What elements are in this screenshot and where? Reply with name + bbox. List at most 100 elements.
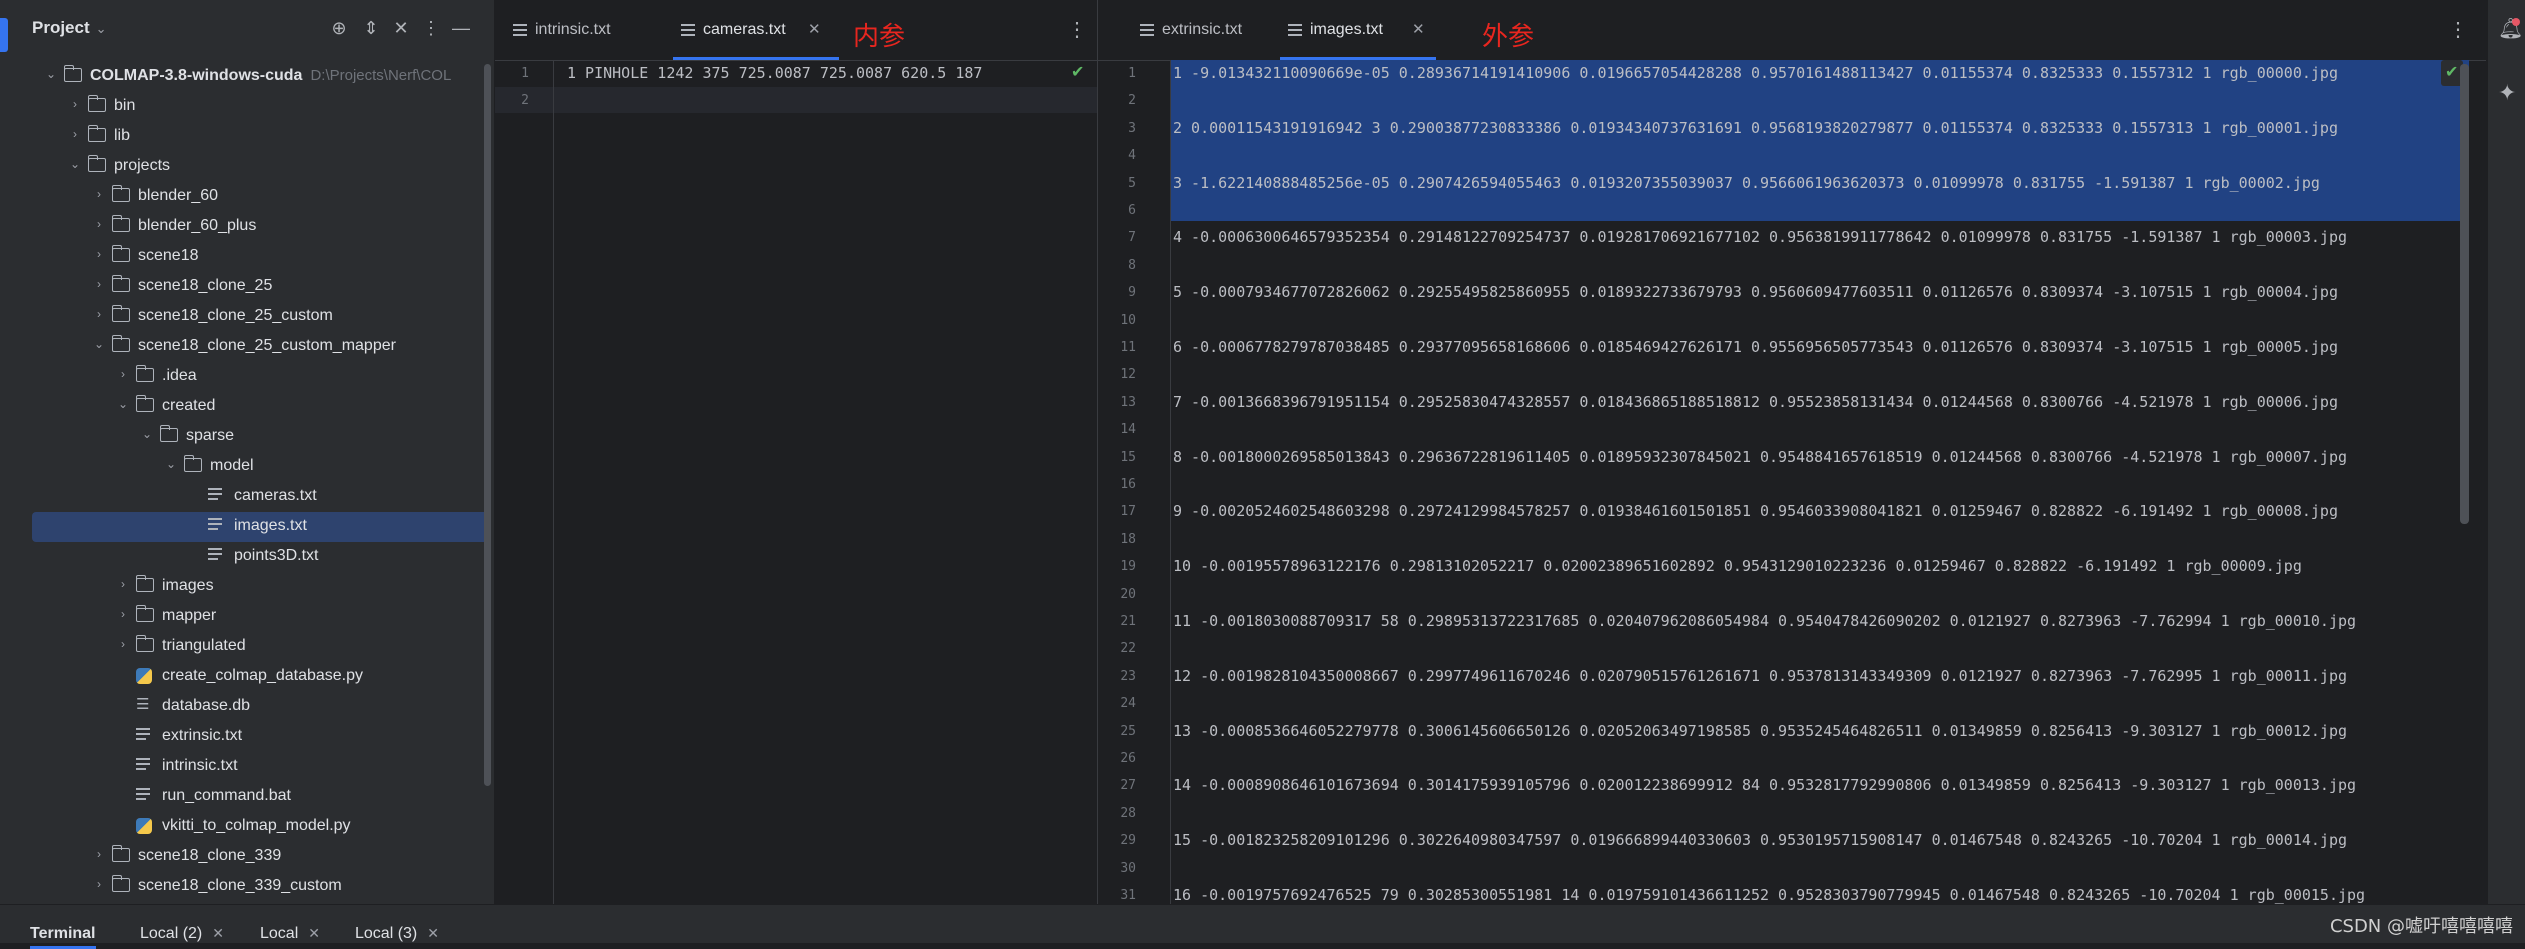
- options-menu-icon[interactable]: ⋮: [420, 18, 442, 39]
- tree-item[interactable]: create_colmap_database.py: [32, 662, 490, 692]
- tree-item[interactable]: › scene18_clone_25: [32, 272, 490, 302]
- chevron-right-icon[interactable]: ›: [92, 187, 106, 201]
- collapse-all-icon[interactable]: ✕: [390, 18, 412, 39]
- tree-item[interactable]: ⌄ projects: [32, 152, 490, 182]
- code-line[interactable]: 8 -0.0018000269585013843 0.2963672281961…: [1173, 448, 2347, 466]
- tab-cameras[interactable]: cameras.txt ✕: [673, 0, 839, 60]
- tree-item[interactable]: › blender_60: [32, 182, 490, 212]
- code-line[interactable]: 12 -0.0019828104350008667 0.299774961167…: [1173, 667, 2347, 685]
- code-line[interactable]: 7 -0.0013668396791951154 0.2952583047432…: [1173, 393, 2338, 411]
- close-icon[interactable]: ✕: [427, 925, 439, 941]
- tree-item[interactable]: › bin: [32, 92, 490, 122]
- chevron-right-icon[interactable]: ›: [92, 247, 106, 261]
- chevron-right-icon[interactable]: ›: [92, 307, 106, 321]
- chevron-right-icon[interactable]: ›: [116, 367, 130, 381]
- tree-item[interactable]: › .idea: [32, 362, 490, 392]
- editor-options-icon[interactable]: ⋮: [1067, 17, 1087, 42]
- chevron-right-icon[interactable]: ›: [68, 127, 82, 141]
- code-line[interactable]: 10 -0.00195578963122176 0.29813102052217…: [1173, 557, 2302, 575]
- tree-item[interactable]: › scene18_clone_339: [32, 842, 490, 872]
- chevron-down-icon[interactable]: ⌄: [68, 157, 82, 171]
- code-line[interactable]: 14 -0.0008908646101673694 0.301417593910…: [1173, 776, 2356, 794]
- tree-item[interactable]: › lib: [32, 122, 490, 152]
- code-line[interactable]: 5 -0.0007934677072826062 0.2925549582586…: [1173, 283, 2338, 301]
- chevron-down-icon[interactable]: ⌄: [44, 67, 58, 81]
- close-icon[interactable]: ✕: [808, 20, 821, 38]
- tab-terminal[interactable]: Terminal: [30, 925, 96, 949]
- code-line[interactable]: 6 -0.0006778279787038485 0.2937709565816…: [1173, 338, 2338, 356]
- chevron-down-icon[interactable]: ⌄: [140, 427, 154, 441]
- close-icon[interactable]: ✕: [212, 925, 224, 941]
- editor-scrollbar[interactable]: [2460, 64, 2469, 524]
- notification-badge: [2512, 18, 2520, 26]
- tab-local-2[interactable]: Local (2) ✕: [140, 925, 224, 943]
- tree-item[interactable]: ⌄ sparse: [32, 422, 490, 452]
- folder-icon: [112, 845, 130, 862]
- tab-extrinsic[interactable]: extrinsic.txt: [1140, 0, 1270, 60]
- locate-file-icon[interactable]: ⊕: [328, 18, 350, 39]
- tree-item[interactable]: › images: [32, 572, 490, 602]
- chevron-right-icon[interactable]: ›: [68, 97, 82, 111]
- line-number: 3: [1128, 120, 1136, 136]
- chevron-right-icon[interactable]: ›: [92, 877, 106, 891]
- tree-item[interactable]: › scene18_clone_25_custom: [32, 302, 490, 332]
- chevron-right-icon[interactable]: ›: [116, 607, 130, 621]
- tab-images[interactable]: images.txt ✕: [1280, 0, 1436, 60]
- chevron-right-icon[interactable]: ›: [92, 217, 106, 231]
- chevron-down-icon[interactable]: ⌄: [92, 337, 106, 351]
- project-view-selector[interactable]: Project ⌄: [32, 18, 107, 38]
- tree-item[interactable]: ⌄ model: [32, 452, 490, 482]
- tree-item[interactable]: images.txt: [32, 512, 490, 542]
- code-line[interactable]: 13 -0.0008536646052279778 0.300614560665…: [1173, 722, 2347, 740]
- tree-item[interactable]: points3D.txt: [32, 542, 490, 572]
- chevron-right-icon[interactable]: ›: [92, 847, 106, 861]
- folder-icon: [136, 365, 154, 382]
- tab-local-3[interactable]: Local (3) ✕: [355, 925, 439, 943]
- chevron-right-icon[interactable]: ›: [116, 577, 130, 591]
- folder-icon: [88, 125, 106, 142]
- ai-assistant-icon[interactable]: ✦: [2498, 80, 2516, 106]
- line-number: 20: [1120, 586, 1136, 602]
- tree-item[interactable]: › scene18: [32, 242, 490, 272]
- code-line[interactable]: 11 -0.0018030088709317 58 0.298953137223…: [1173, 612, 2356, 630]
- chevron-right-icon[interactable]: ›: [116, 637, 130, 651]
- code-line[interactable]: 1 PINHOLE 1242 375 725.0087 725.0087 620…: [567, 64, 982, 82]
- tree-item[interactable]: ⌄ created: [32, 392, 490, 422]
- tree-item[interactable]: vkitti_to_colmap_model.py: [32, 812, 490, 842]
- tree-item[interactable]: ⌄ COLMAP-3.8-windows-cuda D:\Projects\Nerf…: [32, 62, 490, 92]
- project-tool-button[interactable]: [0, 18, 8, 52]
- tree-item[interactable]: intrinsic.txt: [32, 752, 490, 782]
- code-line[interactable]: 2 0.00011543191916942 3 0.29003877230833…: [1173, 119, 2338, 137]
- tree-item[interactable]: ☰ database.db: [32, 692, 490, 722]
- tab-intrinsic[interactable]: intrinsic.txt: [513, 0, 643, 60]
- folder-icon: [112, 245, 130, 262]
- hide-panel-icon[interactable]: —: [450, 18, 472, 39]
- tree-item[interactable]: cameras.txt: [32, 482, 490, 512]
- tree-item[interactable]: › blender_60_plus: [32, 212, 490, 242]
- chevron-down-icon[interactable]: ⌄: [164, 457, 178, 471]
- chevron-down-icon[interactable]: ⌄: [116, 397, 130, 411]
- code-line[interactable]: 4 -0.0006300646579352354 0.2914812270925…: [1173, 228, 2347, 246]
- tab-local[interactable]: Local ✕: [260, 925, 320, 943]
- code-line[interactable]: 15 -0.001823258209101296 0.3022640980347…: [1173, 831, 2347, 849]
- line-number: 22: [1120, 641, 1136, 657]
- code-line[interactable]: 16 -0.0019757692476525 79 0.302853005519…: [1173, 886, 2365, 904]
- tree-item[interactable]: extrinsic.txt: [32, 722, 490, 752]
- code-line[interactable]: 9 -0.0020524602548603298 0.2972412998457…: [1173, 502, 2338, 520]
- expand-all-icon[interactable]: ⇕: [360, 18, 382, 39]
- chevron-right-icon[interactable]: ›: [92, 277, 106, 291]
- tree-item[interactable]: › mapper: [32, 602, 490, 632]
- no-problems-check-icon[interactable]: ✔: [1071, 62, 1084, 82]
- code-line[interactable]: 1 -9.013432110090669e-05 0.2893671419141…: [1173, 64, 2338, 82]
- close-icon[interactable]: ✕: [1412, 20, 1425, 38]
- tree-item-label: scene18_clone_25: [138, 277, 273, 294]
- tree-item[interactable]: ⌄ scene18_clone_25_custom_mapper: [32, 332, 490, 362]
- line-number: 23: [1120, 668, 1136, 684]
- tree-item[interactable]: run_command.bat: [32, 782, 490, 812]
- tree-item[interactable]: › triangulated: [32, 632, 490, 662]
- project-scrollbar[interactable]: [484, 64, 491, 786]
- editor-options-icon[interactable]: ⋮: [2448, 17, 2468, 42]
- tree-item[interactable]: › scene18_clone_339_custom: [32, 872, 490, 902]
- code-line[interactable]: 3 -1.622140888485256e-05 0.2907426594055…: [1173, 174, 2320, 192]
- close-icon[interactable]: ✕: [308, 925, 320, 941]
